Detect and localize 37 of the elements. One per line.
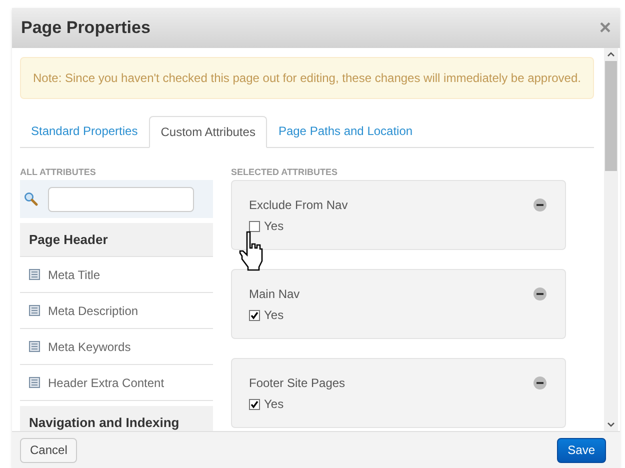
attribute-label: Footer Site Pages xyxy=(249,375,346,392)
attribute-item[interactable]: Meta Description xyxy=(48,302,138,320)
group-header: Page Header xyxy=(20,223,213,257)
cancel-button[interactable]: Cancel xyxy=(20,438,78,462)
checkbox[interactable] xyxy=(249,398,260,410)
attribute-item[interactable]: Header Extra Content xyxy=(48,374,164,392)
tab[interactable]: Standard Properties xyxy=(20,115,149,147)
checkbox[interactable] xyxy=(249,310,260,320)
list-icon xyxy=(29,341,40,352)
tab[interactable]: Page Paths and Location xyxy=(267,115,424,147)
scroll-up-icon[interactable] xyxy=(607,51,615,57)
list-icon xyxy=(29,377,40,388)
list-icon xyxy=(29,269,40,280)
option-label: Yes xyxy=(264,396,284,413)
remove-icon[interactable] xyxy=(533,198,547,212)
group-header: Navigation and Indexing xyxy=(20,406,213,431)
checkbox[interactable] xyxy=(249,220,260,232)
window-title: Page Properties xyxy=(21,17,150,40)
save-button[interactable]: Save xyxy=(556,438,606,462)
attribute-item[interactable]: Meta Title xyxy=(48,266,100,284)
attribute-label: Main Nav xyxy=(249,286,300,303)
attribute-label: Exclude From Nav xyxy=(249,197,348,214)
scrollbar[interactable] xyxy=(604,48,618,431)
list-icon xyxy=(29,305,40,316)
remove-icon[interactable] xyxy=(533,376,547,390)
scroll-down-icon[interactable] xyxy=(607,422,615,428)
notice-banner: Note: Since you haven't checked this page out for editing, these changes will immediately be approved. xyxy=(20,57,594,99)
search-icon xyxy=(24,192,38,206)
option-label: Yes xyxy=(264,307,284,324)
option-label: Yes xyxy=(264,218,284,235)
search-field[interactable] xyxy=(48,186,194,212)
remove-icon[interactable] xyxy=(533,287,547,301)
tab[interactable]: Custom Attributes xyxy=(148,116,268,148)
attribute-item[interactable]: Meta Keywords xyxy=(48,338,131,356)
scrollbar-thumb[interactable] xyxy=(605,61,617,171)
section-heading: SELECTED ATTRIBUTES xyxy=(231,166,339,179)
section-heading: ALL ATTRIBUTES xyxy=(20,166,97,179)
